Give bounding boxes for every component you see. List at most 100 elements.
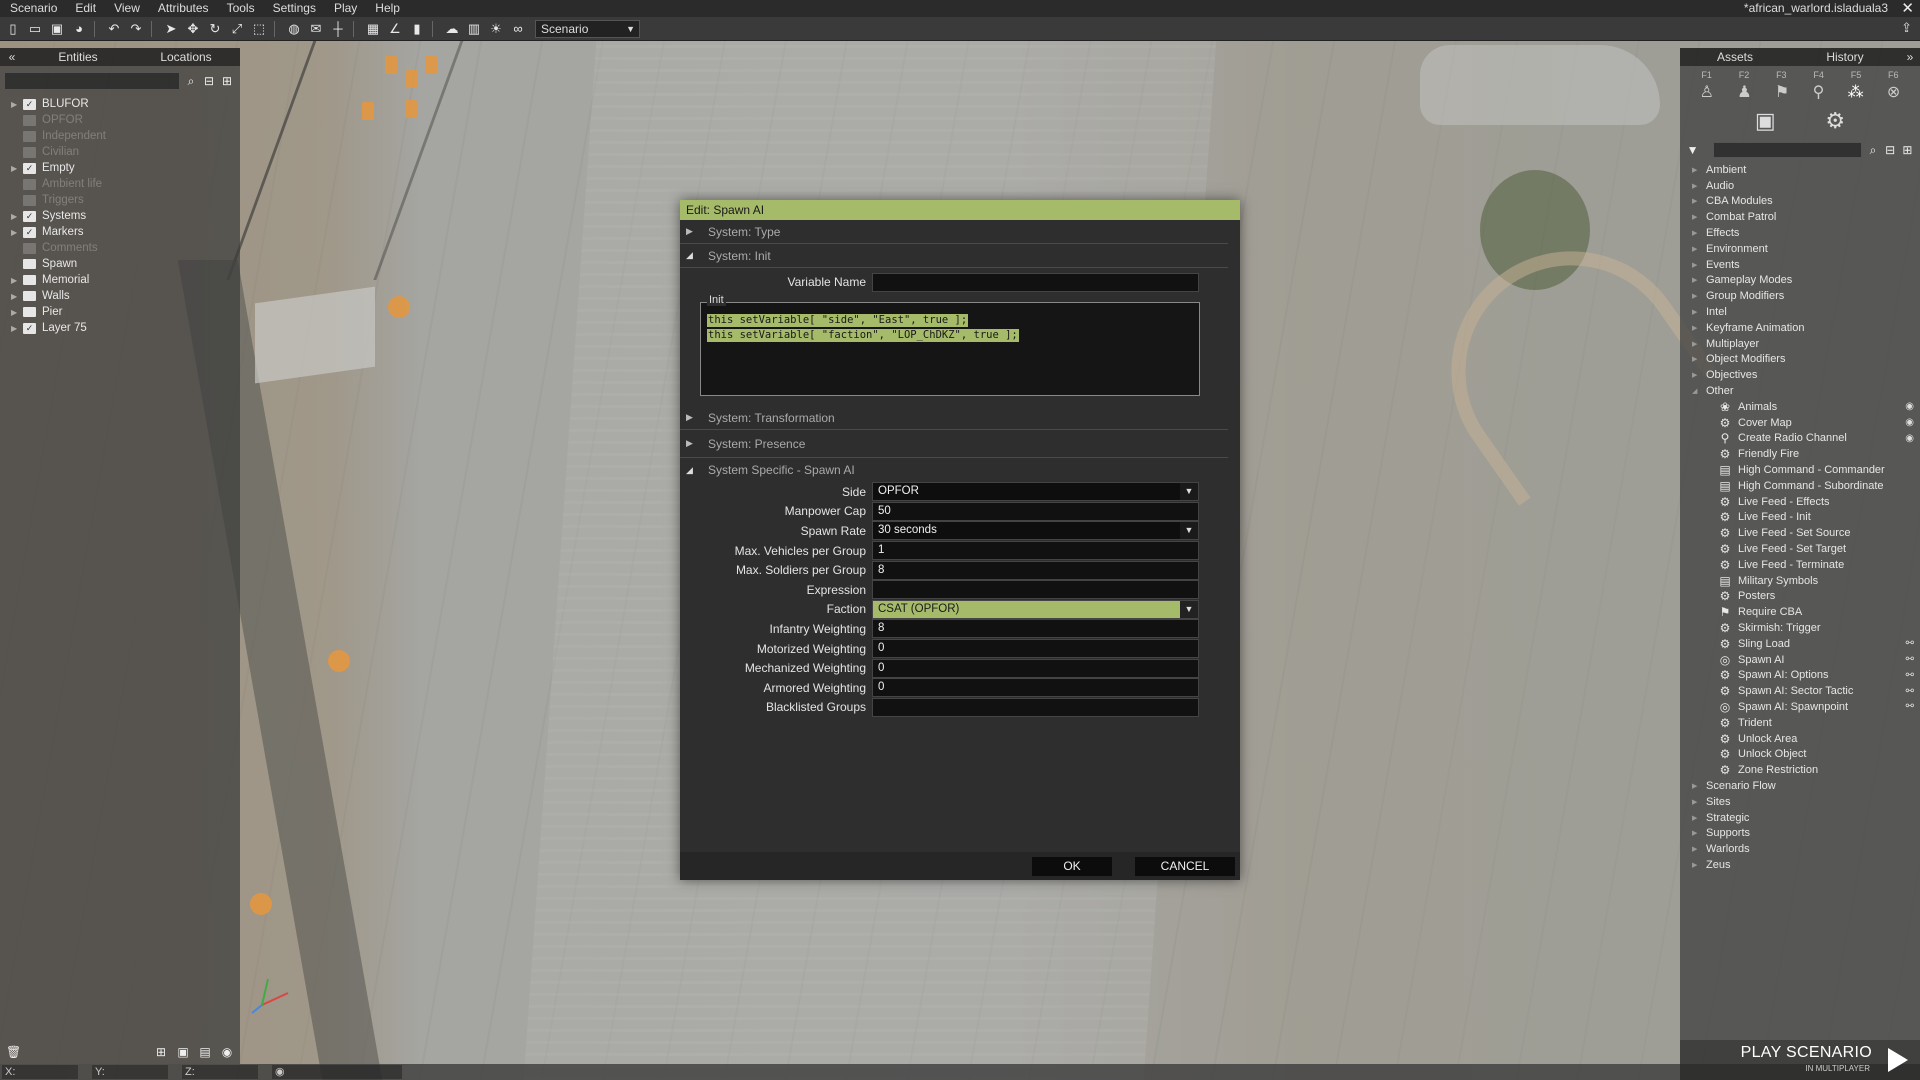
asset-category[interactable]: ▶ Group Modifiers: [1680, 288, 1920, 304]
module-item[interactable]: ◎ Spawn AI: Spawnpoint ⚯: [1680, 699, 1920, 715]
asset-category[interactable]: ▶ Effects: [1680, 225, 1920, 241]
asset-category[interactable]: ▶ Objectives: [1680, 367, 1920, 383]
menu-help[interactable]: Help: [366, 0, 409, 17]
module-item[interactable]: ⚙ Unlock Area: [1680, 731, 1920, 747]
chevron-down-icon[interactable]: ▼: [1686, 143, 1699, 157]
asset-category[interactable]: ▶ Combat Patrol: [1680, 209, 1920, 225]
dialog-title[interactable]: Edit: Spawn AI: [680, 200, 1240, 220]
expand-arrow-icon[interactable]: ▶: [1692, 845, 1706, 853]
chevron-down-icon[interactable]: ▼: [1180, 522, 1198, 540]
asset-category[interactable]: ▶ CBA Modules: [1680, 194, 1920, 210]
expand-arrow-icon[interactable]: ▶: [1692, 197, 1706, 205]
play-scenario-button[interactable]: PLAY SCENARIO IN MULTIPLAYER: [1680, 1040, 1920, 1080]
expand-arrow-icon[interactable]: ▶: [1692, 798, 1706, 806]
expand-arrow-icon[interactable]: ▶: [11, 276, 23, 285]
modules-category-icon[interactable]: ⁂: [1848, 82, 1864, 102]
chevron-down-icon[interactable]: ▼: [1180, 600, 1198, 618]
spawn-marker[interactable]: [328, 650, 350, 672]
expand-arrow-icon[interactable]: ▶: [1692, 340, 1706, 348]
close-icon[interactable]: ✕: [1901, 0, 1914, 17]
expand-arrow-icon[interactable]: ▶: [1692, 371, 1706, 379]
tab-entities[interactable]: Entities: [24, 50, 132, 64]
undo-icon[interactable]: ↶: [105, 20, 123, 38]
expand-arrow-icon[interactable]: ▶: [1692, 261, 1706, 269]
field-input[interactable]: 8: [872, 560, 1199, 580]
module-item[interactable]: ⚙ Unlock Object: [1680, 746, 1920, 762]
tree-item[interactable]: Spawn: [0, 256, 240, 272]
tree-item[interactable]: ▶ ✓ BLUFOR: [0, 96, 240, 112]
unit-marker[interactable]: [405, 100, 417, 118]
asset-category[interactable]: ◢ Other: [1680, 383, 1920, 399]
module-item[interactable]: ⚙ Live Feed - Init: [1680, 510, 1920, 526]
folder-icon[interactable]: [23, 275, 36, 285]
menu-attributes[interactable]: Attributes: [149, 0, 218, 17]
asset-category[interactable]: ▶ Gameplay Modes: [1680, 273, 1920, 289]
tree-item[interactable]: Comments: [0, 240, 240, 256]
module-folder-icon[interactable]: ▣: [1755, 108, 1776, 134]
checkbox-icon[interactable]: [23, 242, 36, 254]
collapse-all-icon[interactable]: ⊟: [202, 74, 216, 88]
cancel-button[interactable]: CANCEL: [1135, 857, 1235, 876]
tree-item[interactable]: Ambient life: [0, 176, 240, 192]
module-item[interactable]: ⚙ Sling Load ⚯: [1680, 636, 1920, 652]
module-item[interactable]: ▤ Military Symbols: [1680, 573, 1920, 589]
module-item[interactable]: ⚙ Posters: [1680, 589, 1920, 605]
unit-marker[interactable]: [362, 102, 374, 120]
vertical-icon[interactable]: ┼: [329, 20, 347, 38]
asset-category[interactable]: ▶ Ambient: [1680, 162, 1920, 178]
expand-arrow-icon[interactable]: ▶: [1692, 814, 1706, 822]
expand-arrow-icon[interactable]: ▶: [1692, 166, 1706, 174]
field-input[interactable]: 1: [872, 541, 1199, 561]
folder-icon[interactable]: [23, 291, 36, 301]
asset-category[interactable]: ▶ Intel: [1680, 304, 1920, 320]
globe-icon[interactable]: ◍: [285, 20, 303, 38]
rotate-icon[interactable]: ↻: [206, 20, 224, 38]
section-spawn-ai[interactable]: ◢ System Specific - Spawn AI: [680, 458, 1228, 482]
module-item[interactable]: ⚙ Live Feed - Set Source: [1680, 525, 1920, 541]
unit-marker[interactable]: [385, 56, 397, 74]
module-item[interactable]: ▤ High Command - Commander: [1680, 462, 1920, 478]
tree-item[interactable]: ▶ Pier: [0, 304, 240, 320]
tree-item[interactable]: Civilian: [0, 144, 240, 160]
trash-icon[interactable]: 🗑: [6, 1045, 21, 1059]
section-system-type[interactable]: ▶ System: Type: [680, 220, 1228, 244]
publish-mission-icon[interactable]: ⇪: [1901, 20, 1912, 36]
module-item[interactable]: ⚙ Cover Map ◉: [1680, 415, 1920, 431]
expand-arrow-icon[interactable]: ▶: [1692, 229, 1706, 237]
tree-item[interactable]: ▶ ✓ Systems: [0, 208, 240, 224]
weather-icon[interactable]: ☁: [443, 20, 461, 38]
expand-arrow-icon[interactable]: ▶: [1692, 782, 1706, 790]
module-item[interactable]: ⚙ Spawn AI: Sector Tactic ⚯: [1680, 683, 1920, 699]
container-object[interactable]: [255, 286, 375, 384]
field-input[interactable]: [872, 697, 1199, 717]
expand-panel-icon[interactable]: »: [1900, 50, 1920, 64]
expand-arrow-icon[interactable]: ▶: [11, 212, 23, 221]
field-input[interactable]: 0: [872, 639, 1199, 659]
checkbox-icon[interactable]: ✓: [23, 322, 36, 334]
module-item[interactable]: ⚙ Trident: [1680, 715, 1920, 731]
module-item[interactable]: ◎ Spawn AI ⚯: [1680, 652, 1920, 668]
module-item[interactable]: ⚲ Create Radio Channel ◉: [1680, 431, 1920, 447]
waypoints-category-icon[interactable]: ⚲: [1813, 82, 1825, 102]
spawn-marker[interactable]: [388, 296, 410, 318]
expand-all-icon[interactable]: ⊞: [1901, 143, 1914, 157]
light-icon[interactable]: ☀: [487, 20, 505, 38]
module-item[interactable]: ▤ High Command - Subordinate: [1680, 478, 1920, 494]
spawn-marker[interactable]: [250, 893, 272, 915]
field-input[interactable]: 0: [872, 678, 1199, 698]
scale-icon[interactable]: ⤢: [228, 20, 246, 38]
module-gear-icon[interactable]: ⚙: [1825, 108, 1845, 134]
section-system-init[interactable]: ◢ System: Init: [680, 244, 1228, 268]
tree-item[interactable]: Triggers: [0, 192, 240, 208]
field-input[interactable]: [872, 580, 1199, 600]
search-icon[interactable]: ⌕: [1866, 143, 1879, 157]
snap-icon[interactable]: ▮: [408, 20, 426, 38]
grid-icon[interactable]: ▦: [364, 20, 382, 38]
tree-item[interactable]: ▶ Walls: [0, 288, 240, 304]
tree-item[interactable]: ▶ Memorial: [0, 272, 240, 288]
tree-item[interactable]: ▶ ✓ Layer 75: [0, 320, 240, 336]
module-item[interactable]: ❀ Animals ◉: [1680, 399, 1920, 415]
entity-search-input[interactable]: [4, 72, 180, 90]
field-input[interactable]: 50: [872, 501, 1199, 521]
checkbox-icon[interactable]: [23, 194, 36, 206]
